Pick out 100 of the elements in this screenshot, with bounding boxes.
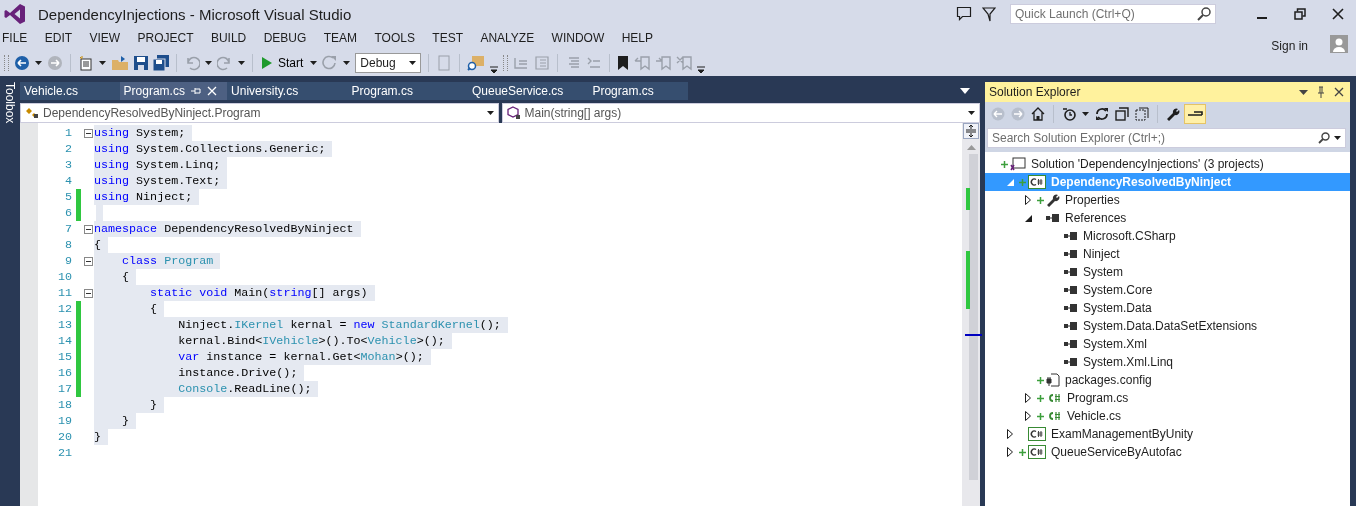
csharp-project-icon [1028, 427, 1046, 441]
toolbox-tab[interactable]: Toolbox [0, 82, 20, 506]
line-number: 5 [64, 190, 72, 204]
pin-icon[interactable] [1316, 86, 1326, 98]
line-number: 15 [56, 350, 72, 364]
overflow-icon[interactable] [697, 64, 706, 74]
document-tab[interactable]: QueueService.cs [468, 82, 589, 100]
menu-item[interactable]: WINDOW [551, 31, 613, 45]
history-icon[interactable] [1062, 107, 1076, 121]
collapse-icon[interactable] [83, 288, 93, 298]
line-number: 3 [64, 158, 72, 172]
document-tab[interactable]: Program.cs [347, 82, 468, 100]
type-dropdown[interactable]: DependencyResolvedByNinject.Program [20, 103, 499, 123]
collapsed-arrow-icon[interactable] [1025, 393, 1031, 403]
save-all-icon[interactable] [153, 55, 169, 71]
tree-item[interactable]: System.Xml [985, 335, 1350, 353]
app-logo-icon [4, 3, 26, 25]
document-tab[interactable]: Program.cs [588, 82, 688, 100]
filter-icon[interactable] [982, 6, 996, 22]
start-button[interactable]: Start [260, 56, 306, 70]
menu-item[interactable]: EDIT [44, 31, 81, 45]
collapse-icon[interactable] [83, 256, 93, 266]
vertical-scrollbar[interactable] [962, 123, 980, 506]
tree-item[interactable]: ExamManagementByUnity [985, 425, 1350, 443]
close-icon[interactable] [1332, 8, 1344, 20]
menu-item[interactable]: TEAM [323, 31, 366, 45]
search-field[interactable]: Search Solution Explorer (Ctrl+;) [987, 128, 1346, 148]
tree-item[interactable]: Properties [985, 191, 1350, 209]
collapsed-arrow-icon[interactable] [1025, 195, 1031, 205]
bookmark-icon[interactable] [617, 55, 630, 71]
cube-icon [506, 106, 521, 120]
document-tab[interactable]: Vehicle.cs [20, 82, 120, 100]
document-tab[interactable]: University.cs [227, 82, 348, 100]
line-number: 11 [56, 286, 72, 300]
close-icon[interactable] [1334, 87, 1344, 97]
tree-item[interactable]: System.Core [985, 281, 1350, 299]
dropdown-icon[interactable] [1299, 89, 1308, 95]
collapse-all-icon[interactable] [1115, 107, 1129, 121]
csharp-file-icon [1046, 410, 1062, 422]
tree-item[interactable]: System.Data.DataSetExtensions [985, 317, 1350, 335]
line-number: 21 [56, 446, 72, 460]
tree-item[interactable]: Solution 'DependencyInjections' (3 projects) [985, 155, 1350, 173]
feedback-icon[interactable] [956, 6, 972, 22]
reference-icon [1046, 214, 1060, 222]
restore-icon[interactable] [1294, 8, 1306, 20]
restart-icon[interactable] [322, 55, 339, 71]
find-icon[interactable] [467, 55, 486, 71]
line-number: 8 [64, 238, 72, 252]
menu-item[interactable]: DEBUG [263, 31, 315, 45]
save-icon[interactable] [134, 56, 148, 70]
configuration-dropdown[interactable]: Debug [355, 53, 422, 73]
caret-icon [409, 61, 417, 65]
caret-icon [486, 111, 494, 115]
split-icon[interactable] [963, 123, 979, 139]
overflow-icon[interactable] [490, 64, 499, 74]
change-marker [965, 251, 970, 309]
menu-item[interactable]: FILE [2, 31, 36, 45]
caret-icon [1082, 112, 1089, 116]
line-number: 1 [64, 126, 72, 140]
tree-item[interactable]: System [985, 263, 1350, 281]
expanded-arrow-icon[interactable] [1025, 214, 1032, 222]
member-dropdown[interactable]: Main(string[] args) [501, 103, 980, 123]
avatar-icon[interactable] [1330, 35, 1348, 53]
tree-item[interactable]: References [985, 209, 1350, 227]
tree-item[interactable]: System.Xml.Linq [985, 353, 1350, 371]
dropdown-icon[interactable] [960, 88, 970, 94]
collapsed-arrow-icon[interactable] [1007, 447, 1013, 457]
collapsed-arrow-icon[interactable] [1007, 429, 1013, 439]
folder-icon[interactable] [111, 55, 129, 71]
tree-item[interactable]: QueueServiceByAutofac [985, 443, 1350, 461]
show-all-files-icon[interactable] [1135, 107, 1149, 121]
menu-item[interactable]: VIEW [89, 31, 129, 45]
search-icon [1318, 132, 1330, 144]
reference-icon [1064, 232, 1078, 240]
menu-item[interactable]: HELP [621, 31, 662, 45]
menu-item[interactable]: PROJECT [137, 31, 202, 45]
home-icon[interactable] [1031, 107, 1045, 121]
menu-item[interactable]: TEST [432, 31, 472, 45]
menu-item[interactable]: ANALYZE [480, 31, 543, 45]
collapse-icon[interactable] [83, 224, 93, 234]
csharp-file-icon [1046, 392, 1062, 404]
tree-item[interactable]: Vehicle.cs [985, 407, 1350, 425]
sign-in-link[interactable]: Sign in [1271, 39, 1308, 53]
line-number: 9 [64, 254, 72, 268]
menu-item[interactable]: TOOLS [374, 31, 424, 45]
quick-launch-field[interactable]: Quick Launch (Ctrl+Q) [1010, 4, 1216, 24]
tree-item[interactable]: System.Data [985, 299, 1350, 317]
tree-item[interactable]: Microsoft.CSharp [985, 227, 1350, 245]
sync-icon[interactable] [1095, 107, 1109, 121]
collapsed-arrow-icon[interactable] [1025, 411, 1031, 421]
menu-item[interactable]: BUILD [210, 31, 255, 45]
preview-toggle-icon[interactable] [1184, 104, 1206, 124]
new-project-icon[interactable] [78, 55, 94, 71]
wrench-icon[interactable] [1166, 107, 1180, 121]
tree-item[interactable]: packages.config [985, 371, 1350, 389]
tree-item[interactable]: Program.cs [985, 389, 1350, 407]
back-icon[interactable] [14, 55, 30, 71]
tree-item[interactable]: Ninject [985, 245, 1350, 263]
collapse-icon[interactable] [83, 128, 93, 138]
reference-icon [1064, 304, 1078, 312]
